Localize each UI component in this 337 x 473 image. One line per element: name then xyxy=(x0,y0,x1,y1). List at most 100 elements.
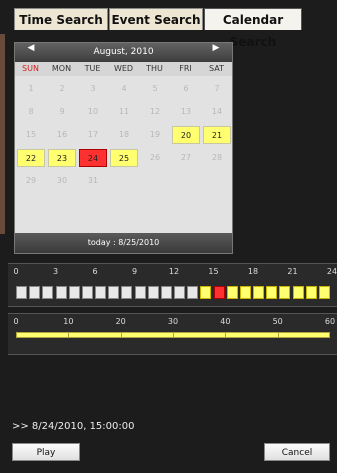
hour-slot[interactable] xyxy=(213,286,225,299)
minute-tick-label: 0 xyxy=(13,317,19,326)
weekday-sun: SUN xyxy=(22,64,39,73)
minute-divider xyxy=(120,332,122,338)
tab-bar: Time Search Event Search Calendar Search xyxy=(0,0,337,49)
hour-slot[interactable] xyxy=(108,286,120,299)
hour-slot[interactable] xyxy=(95,286,106,299)
weekday-tue: TUE xyxy=(84,64,101,73)
calendar-day[interactable]: 27 xyxy=(172,149,200,167)
hour-tick-label: 24 xyxy=(326,267,337,276)
calendar-day[interactable]: 12 xyxy=(141,103,169,121)
hour-slot[interactable] xyxy=(16,286,27,299)
calendar-day[interactable]: 10 xyxy=(79,103,107,121)
weekday-mon: MON xyxy=(51,64,72,73)
hour-slot[interactable] xyxy=(279,286,291,299)
tab-calendar-search[interactable]: Calendar Search xyxy=(204,8,302,49)
minute-tick-label: 20 xyxy=(115,317,126,326)
hour-tick-label: 18 xyxy=(247,267,259,276)
weekday-header: SUN MON TUE WED THU FRI SAT xyxy=(15,62,232,76)
hour-slot[interactable] xyxy=(42,286,54,299)
calendar-day[interactable]: 24 xyxy=(79,149,107,167)
tab-time-search[interactable]: Time Search xyxy=(14,8,108,30)
tab-event-search[interactable]: Event Search xyxy=(109,8,203,30)
calendar-day[interactable]: 29 xyxy=(17,172,45,190)
minute-tick-label: 40 xyxy=(220,317,231,326)
minute-tick-label: 10 xyxy=(63,317,74,326)
weekday-sat: SAT xyxy=(209,64,224,73)
calendar-day[interactable]: 16 xyxy=(48,126,76,144)
calendar-day[interactable]: 8 xyxy=(17,103,45,121)
hour-slot[interactable] xyxy=(134,286,146,299)
calendar-day[interactable]: 22 xyxy=(17,149,45,167)
hour-tick-label: 21 xyxy=(287,267,298,276)
selected-time-status: >> 8/24/2010, 15:00:00 xyxy=(12,421,135,432)
calendar-day[interactable]: 20 xyxy=(172,126,200,144)
hour-slot[interactable] xyxy=(121,286,133,299)
play-button[interactable]: Play xyxy=(12,443,80,461)
hour-slot[interactable] xyxy=(226,286,238,299)
calendar: August, 2010 ◀ ▶ SUN MON TUE WED THU FRI SAT 1… xyxy=(14,42,233,254)
minute-divider xyxy=(173,332,174,338)
calendar-day[interactable]: 3 xyxy=(79,80,107,98)
hour-tick-label: 12 xyxy=(168,267,180,276)
hour-slot[interactable] xyxy=(187,286,199,299)
calendar-day[interactable]: 26 xyxy=(141,149,169,167)
calendar-day[interactable]: 18 xyxy=(110,126,138,144)
calendar-day[interactable]: 4 xyxy=(110,80,138,98)
hour-slot[interactable] xyxy=(292,286,304,299)
today-label: today : 8/25/2010 xyxy=(15,233,232,253)
calendar-day[interactable]: 1 xyxy=(17,80,45,98)
hour-slot[interactable] xyxy=(68,286,80,299)
calendar-day[interactable]: 6 xyxy=(172,80,200,98)
calendar-day[interactable]: 31 xyxy=(79,172,107,190)
minute-tick-label: 30 xyxy=(167,317,179,326)
hour-tick-label: 9 xyxy=(131,267,138,276)
calendar-day[interactable]: 23 xyxy=(48,149,76,167)
hour-tick-label: 0 xyxy=(13,267,19,276)
calendar-header: August, 2010 xyxy=(15,43,232,62)
minute-divider xyxy=(225,332,227,338)
calendar-day[interactable]: 7 xyxy=(203,80,231,98)
hour-slot[interactable] xyxy=(160,286,172,299)
hour-tick-label: 3 xyxy=(52,267,59,276)
calendar-day[interactable]: 5 xyxy=(141,80,169,98)
month-label: August, 2010 xyxy=(93,47,154,57)
minute-tick-label: 60 xyxy=(324,317,336,326)
hour-slot[interactable] xyxy=(318,286,330,299)
calendar-day[interactable]: 15 xyxy=(17,126,45,144)
hour-slot[interactable] xyxy=(147,286,159,299)
minute-tick-label: 50 xyxy=(272,317,283,326)
weekday-thu: THU xyxy=(146,64,163,73)
prev-month-icon[interactable]: ◀ xyxy=(23,43,39,62)
calendar-day[interactable]: 14 xyxy=(203,103,231,121)
hour-timeline: 0 3 6 9 12 15 18 21 24 xyxy=(8,263,337,307)
hour-slot[interactable] xyxy=(253,286,264,299)
hour-slot[interactable] xyxy=(55,286,67,299)
weekday-wed: WED xyxy=(113,64,134,73)
hour-slot[interactable] xyxy=(174,286,185,299)
calendar-day[interactable]: 17 xyxy=(79,126,107,144)
calendar-day[interactable]: 28 xyxy=(203,149,231,167)
hour-slot[interactable] xyxy=(200,286,212,299)
calendar-day[interactable]: 30 xyxy=(48,172,76,190)
calendar-day[interactable]: 19 xyxy=(141,126,169,144)
minute-divider xyxy=(68,332,70,338)
minute-timeline: 0 10 20 30 40 50 60 xyxy=(8,313,337,355)
hour-slot[interactable] xyxy=(29,286,41,299)
cancel-button[interactable]: Cancel xyxy=(264,443,330,461)
hour-tick-label: 15 xyxy=(208,267,219,276)
hour-slot[interactable] xyxy=(266,286,278,299)
calendar-day[interactable]: 13 xyxy=(172,103,200,121)
calendar-day[interactable]: 9 xyxy=(48,103,76,121)
minute-divider xyxy=(277,332,279,338)
calendar-day[interactable]: 25 xyxy=(110,149,138,167)
hour-tick-label: 6 xyxy=(92,267,98,276)
hour-slot[interactable] xyxy=(305,286,317,299)
calendar-day[interactable]: 21 xyxy=(203,126,231,144)
weekday-fri: FRI xyxy=(179,64,192,73)
calendar-day[interactable]: 11 xyxy=(110,103,138,121)
next-month-icon[interactable]: ▶ xyxy=(208,43,224,62)
left-edge-strip xyxy=(0,34,5,234)
hour-slot[interactable] xyxy=(81,286,93,299)
hour-slot[interactable] xyxy=(239,286,251,299)
calendar-day[interactable]: 2 xyxy=(48,80,76,98)
